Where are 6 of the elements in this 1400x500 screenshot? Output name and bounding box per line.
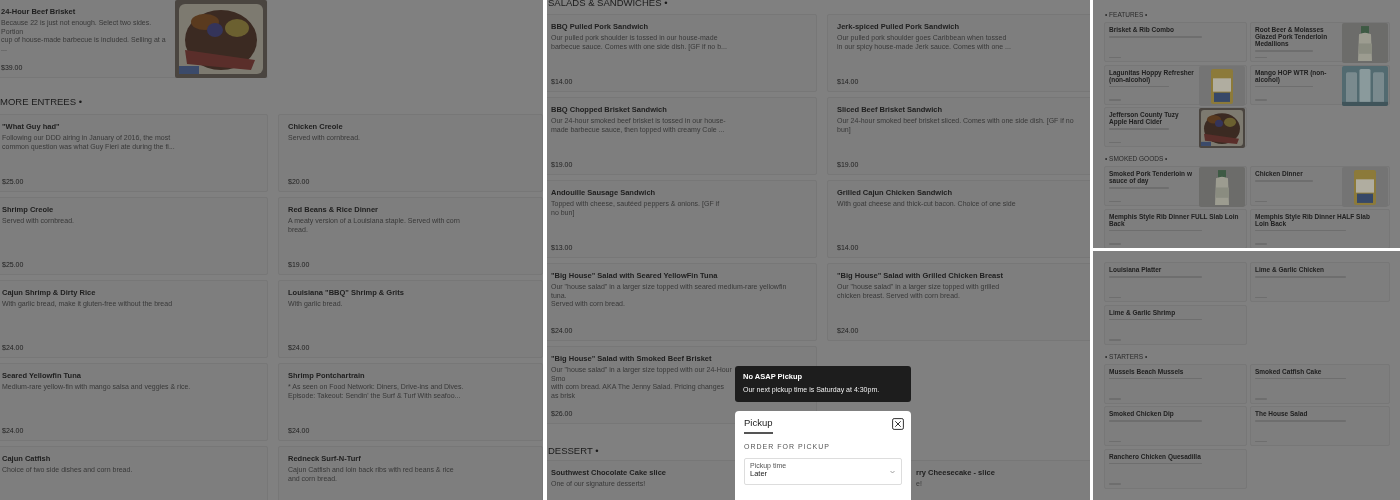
section-heading: SALADS & SANDWICHES •	[548, 0, 668, 9]
caret-icon	[890, 470, 895, 474]
close-icon[interactable]	[892, 418, 904, 430]
section-heading: MORE ENTREES •	[0, 96, 82, 108]
dialog-tab[interactable]: Pickup	[744, 417, 773, 434]
section-heading: DESSERT •	[548, 445, 599, 457]
